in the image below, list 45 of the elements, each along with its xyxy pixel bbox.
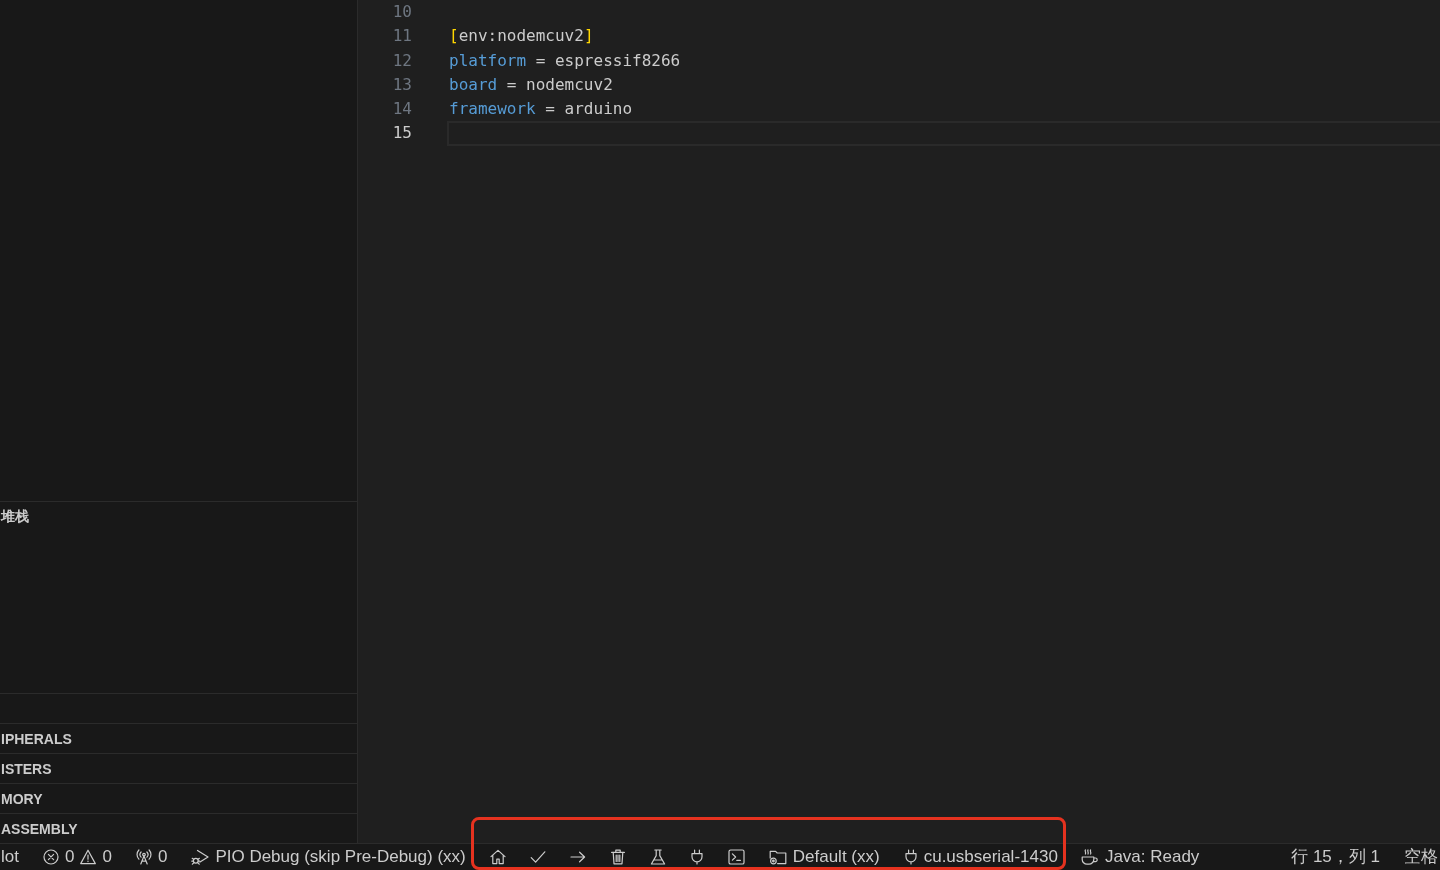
problems-button[interactable]: 0 0 [42, 847, 112, 867]
check-icon [529, 849, 546, 865]
line-number: 12 [391, 49, 412, 72]
flask-icon [649, 849, 666, 865]
check-button[interactable] [529, 849, 546, 865]
plug-icon [689, 849, 704, 865]
play-bug-icon [191, 849, 210, 865]
code-line: framework = arduino [449, 99, 633, 120]
section-header[interactable]: IPHERALS [0, 730, 72, 747]
code-line: platform = espressif8266 [449, 50, 681, 71]
line-number: 10 [391, 1, 412, 23]
arrow-button[interactable] [569, 849, 586, 865]
section-header[interactable]: ISTERS [0, 760, 52, 777]
flask-button[interactable] [649, 849, 666, 865]
line-number: 11 [391, 25, 412, 48]
indent-setting[interactable]: 空格 [1404, 847, 1438, 867]
trash-button[interactable] [609, 849, 626, 865]
warning-icon [80, 849, 97, 865]
home-button[interactable] [489, 849, 506, 865]
debug-config-button[interactable]: PIO Debug (skip Pre-Debug) (xx) [191, 847, 466, 867]
plug-icon [903, 849, 918, 865]
error-icon [42, 849, 59, 865]
java-status[interactable]: Java: Ready [1080, 847, 1200, 867]
line-number: 13 [391, 73, 412, 96]
section-header[interactable]: MORY [0, 790, 43, 807]
serial-port-button[interactable]: cu.usbserial-1430 [903, 847, 1058, 867]
coffee-cup-icon [1080, 849, 1099, 865]
status-item[interactable]: lot [1, 847, 19, 867]
section-header[interactable]: ASSEMBLY [0, 820, 78, 837]
section-header[interactable]: 堆栈 [0, 507, 29, 526]
environment-button[interactable]: Default (xx) [768, 847, 880, 867]
line-number: 15 [391, 122, 412, 145]
plug-button[interactable] [689, 849, 704, 865]
ports-button[interactable]: 0 [135, 847, 168, 867]
line-number: 14 [391, 98, 412, 121]
folder-gear-icon [768, 849, 787, 865]
arrow-right-icon [569, 849, 586, 865]
home-icon [489, 849, 506, 865]
cursor-position[interactable]: 行 15，列 1 [1291, 847, 1380, 867]
antenna-icon [135, 849, 152, 865]
code-line: board = nodemcuv2 [449, 75, 613, 96]
trash-icon [609, 849, 626, 865]
terminal-icon [727, 849, 745, 865]
code-line: [env:nodemcuv2] [449, 26, 594, 47]
terminal-button[interactable] [727, 849, 745, 865]
